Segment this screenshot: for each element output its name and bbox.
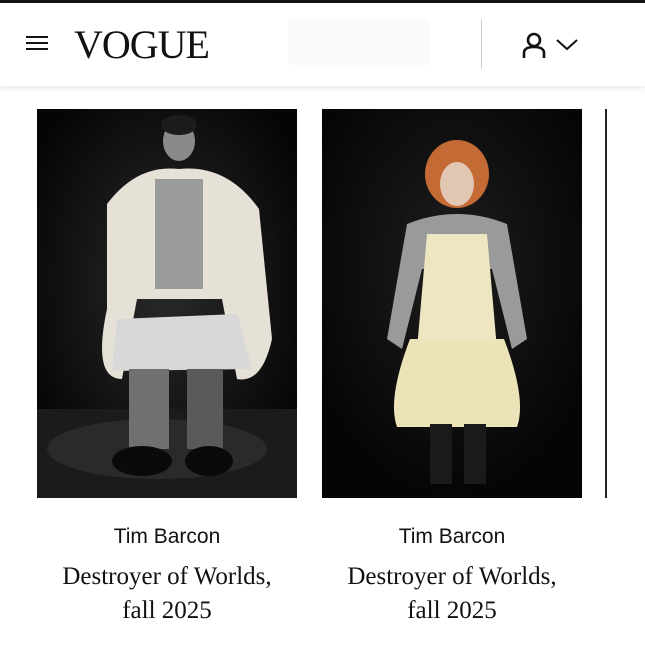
chevron-down-icon[interactable]: [555, 37, 579, 53]
next-card-peek[interactable]: [605, 109, 607, 498]
collection-title-line: fall 2025: [407, 597, 497, 624]
person-icon[interactable]: [520, 31, 548, 59]
collection-title-line: Destroyer of Worlds,: [62, 563, 272, 590]
runway-look-photo[interactable]: [322, 109, 582, 498]
designer-name[interactable]: Tim Barcon: [37, 525, 297, 549]
top-navigation-bar: VOGUE: [0, 0, 645, 86]
designer-name[interactable]: Tim Barcon: [322, 525, 582, 549]
runway-card[interactable]: Tim Barcon Destroyer of Worlds, fall 202…: [37, 109, 297, 624]
runway-card[interactable]: Tim Barcon Destroyer of Worlds, fall 202…: [322, 109, 582, 624]
header-promo-placeholder: [288, 19, 430, 65]
collection-title-line: fall 2025: [122, 597, 212, 624]
collection-title-line: Destroyer of Worlds,: [347, 563, 557, 590]
runway-look-photo[interactable]: [37, 109, 297, 498]
vogue-logo[interactable]: VOGUE: [74, 21, 210, 69]
collection-title[interactable]: Destroyer of Worlds, fall 2025: [322, 560, 582, 628]
header-divider: [481, 19, 482, 69]
collection-title[interactable]: Destroyer of Worlds, fall 2025: [37, 560, 297, 628]
hamburger-menu-icon[interactable]: [26, 33, 48, 53]
